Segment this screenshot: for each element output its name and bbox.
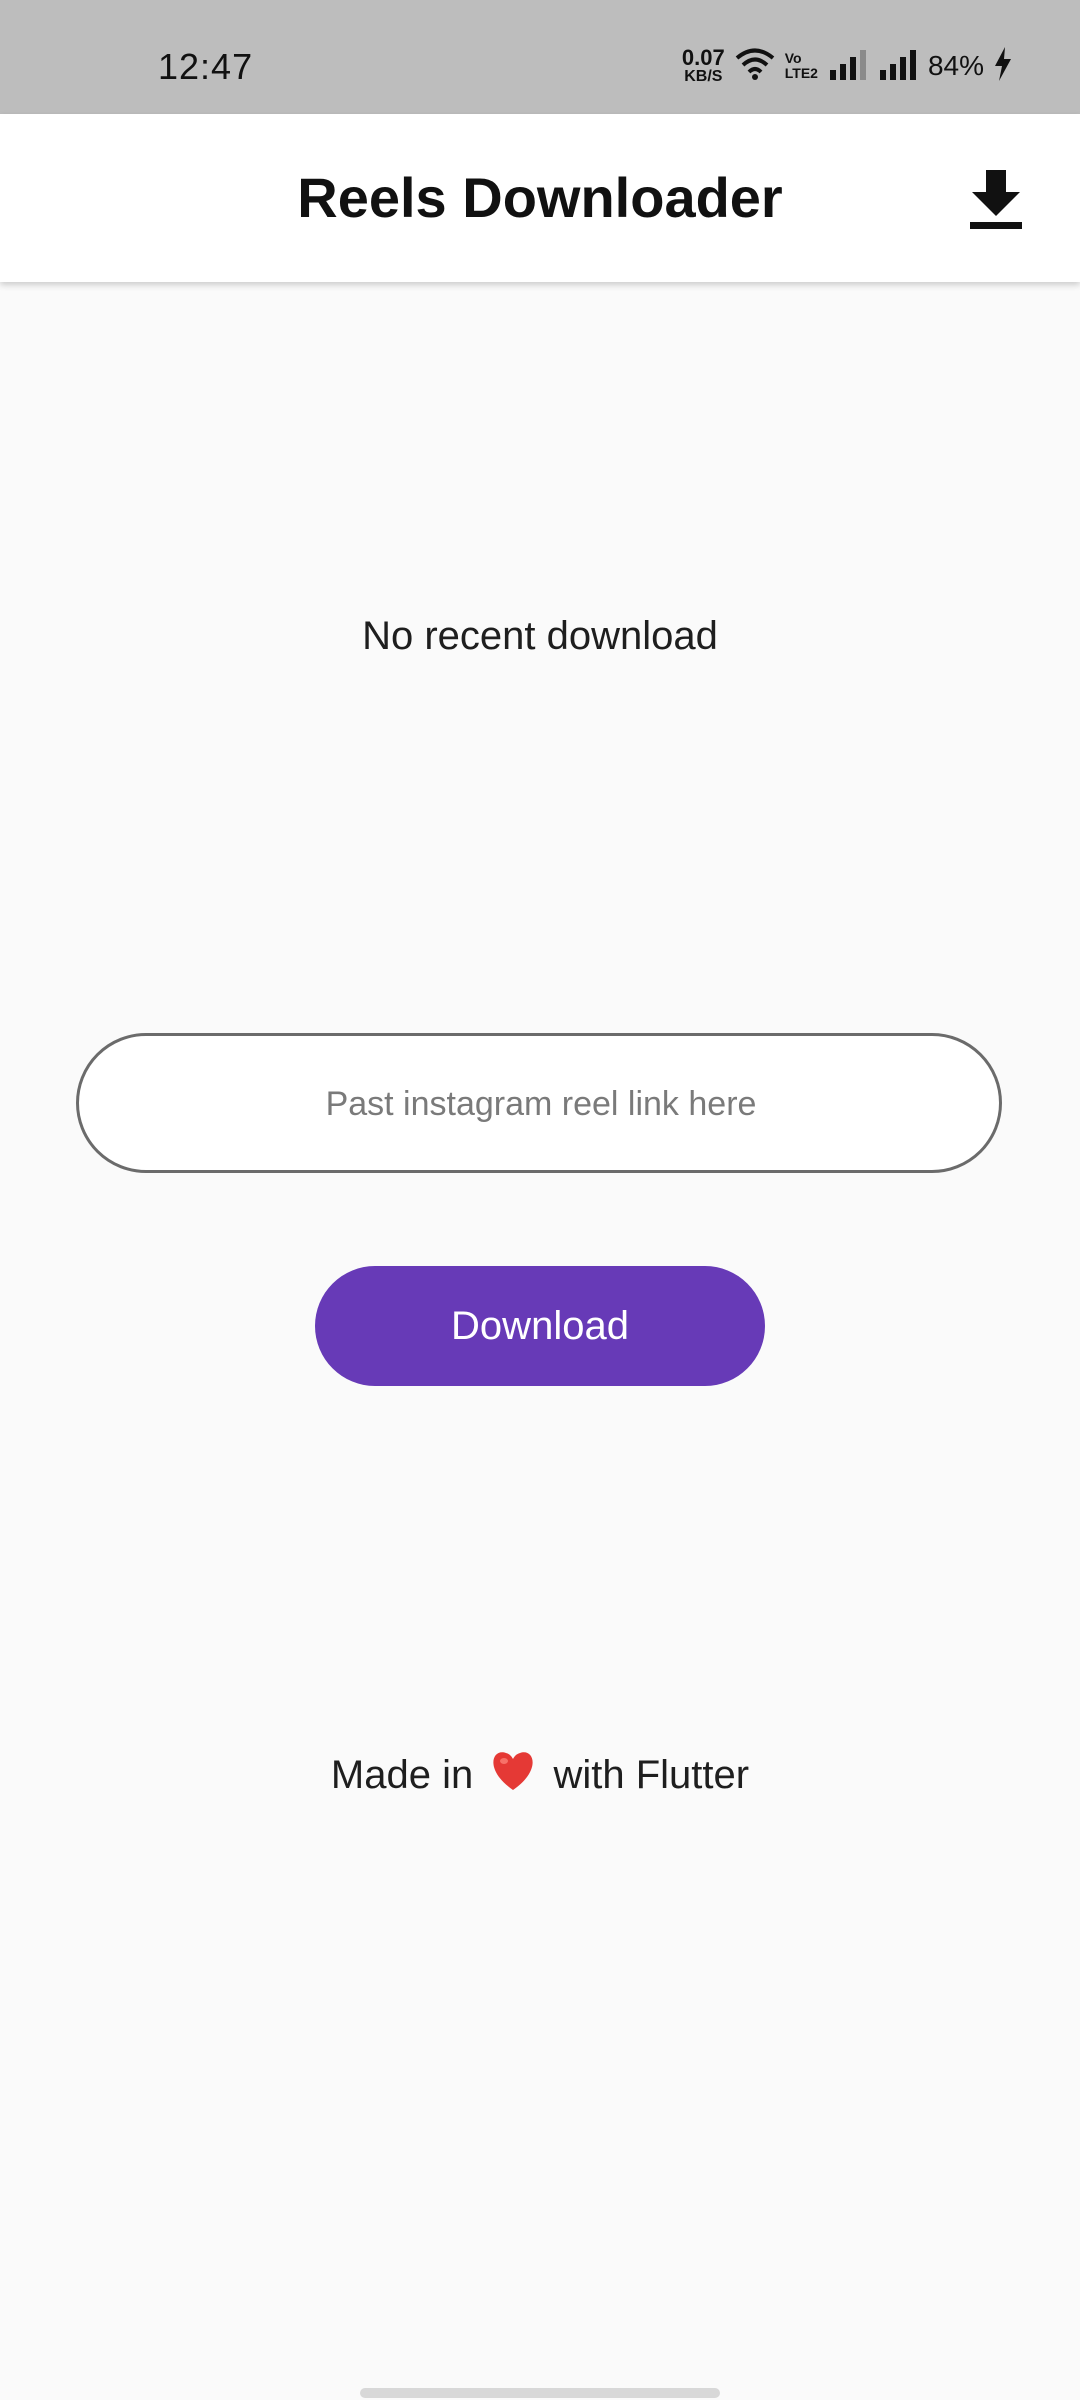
reel-link-input[interactable] bbox=[79, 1036, 1003, 1172]
status-icons: 0.07 KB/S Vo LTE2 84% bbox=[682, 44, 1012, 88]
wifi-icon bbox=[735, 47, 775, 86]
network-speed-unit: KB/S bbox=[684, 68, 723, 85]
page-title: Reels Downloader bbox=[297, 166, 783, 229]
signal-icon-sim1 bbox=[828, 48, 868, 85]
downloads-button[interactable] bbox=[966, 168, 1026, 232]
footer-suffix: with Flutter bbox=[553, 1753, 750, 1797]
download-button[interactable]: Download bbox=[315, 1266, 765, 1386]
status-time: 12:47 bbox=[158, 46, 254, 87]
volte-top-label: Vo bbox=[784, 50, 802, 67]
volte-bottom-label: LTE2 bbox=[784, 65, 818, 81]
heart-icon bbox=[490, 1750, 536, 1802]
signal-icon-sim2 bbox=[878, 48, 918, 85]
app-bar: Reels Downloader bbox=[0, 114, 1080, 282]
network-speed: 0.07 KB/S bbox=[682, 47, 725, 85]
network-speed-value: 0.07 bbox=[681, 45, 725, 70]
battery-level: 84% bbox=[927, 50, 984, 81]
recent-download-status: No recent download bbox=[362, 614, 718, 658]
home-indicator[interactable] bbox=[360, 2388, 720, 2398]
download-icon bbox=[966, 170, 1026, 236]
footer-prefix: Made in bbox=[330, 1753, 474, 1797]
status-bar: 12:47 0.07 KB/S Vo LTE2 84% bbox=[0, 0, 1080, 114]
link-input-container bbox=[76, 1033, 1003, 1173]
charging-icon bbox=[994, 46, 1012, 86]
volte-badge: Vo LTE2 bbox=[785, 51, 818, 80]
footer-credit: Made in with Flutter bbox=[0, 1750, 1080, 1802]
